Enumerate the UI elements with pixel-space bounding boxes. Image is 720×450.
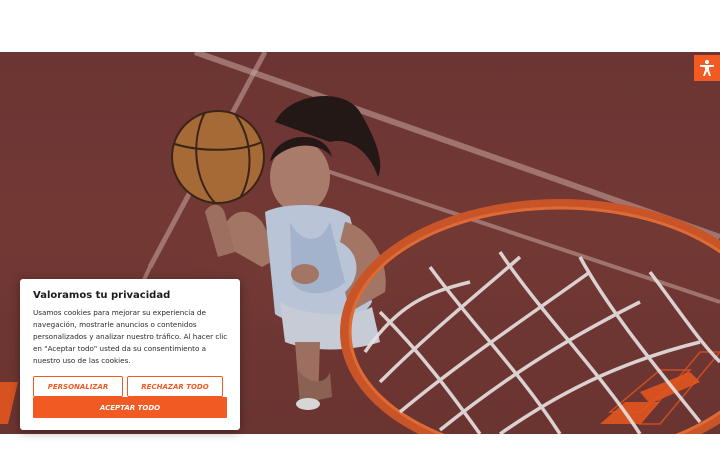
accessibility-button[interactable] [694,55,720,81]
basketball [171,110,265,204]
reject-all-button[interactable]: RECHAZAR TODO [127,376,223,397]
cookie-title: Valoramos tu privacidad [33,290,171,301]
site-header [0,0,720,52]
cookie-description: Usamos cookies para mejorar su experienc… [33,308,228,365]
cookie-consent-dialog: Valoramos tu privacidad Usamos cookies p… [20,279,240,430]
page-footer-strip [0,434,720,450]
accessibility-person-icon [700,60,714,76]
accept-all-button[interactable]: ACEPTAR TODO [33,397,227,418]
customize-button[interactable]: PERSONALIZAR [33,376,123,397]
